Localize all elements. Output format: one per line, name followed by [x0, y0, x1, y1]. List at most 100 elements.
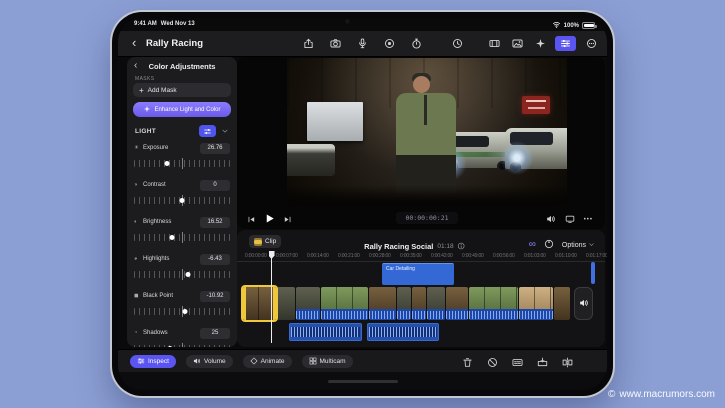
title-clip[interactable]: Car Detailing — [382, 263, 454, 285]
audio-waveform — [296, 309, 320, 320]
timeline-clip[interactable] — [412, 287, 426, 320]
inspector-icon[interactable] — [555, 36, 576, 51]
timeline-header: Clip Rally Racing Social 01:18 ∞ Options — [237, 232, 605, 251]
inspector-icon — [137, 357, 145, 367]
home-indicator[interactable] — [327, 380, 398, 383]
timeline-clip[interactable] — [397, 287, 411, 320]
more-options-icon[interactable]: ••• — [584, 217, 593, 223]
connected-audio-clip[interactable] — [289, 323, 362, 341]
slider-ruler[interactable] — [134, 269, 230, 280]
bottom-buttons: Inspect Volume Animate Multicam — [130, 355, 353, 368]
timeline-scrollbar[interactable] — [591, 262, 595, 284]
play-button[interactable] — [264, 211, 275, 229]
slider-ruler[interactable] — [134, 158, 230, 169]
toolbar-center-icons — [301, 36, 425, 51]
timeline-clip[interactable] — [296, 287, 320, 320]
slider-handle[interactable] — [179, 198, 185, 203]
light-enabled-toggle[interactable] — [199, 125, 216, 137]
audio-only-clip[interactable] — [574, 287, 593, 320]
timeline-clip[interactable] — [554, 287, 570, 320]
slider-ruler[interactable] — [134, 232, 230, 243]
slider-label: Brightness — [143, 219, 172, 225]
timeline-clip[interactable] — [277, 287, 295, 320]
loop-icon[interactable]: ∞ — [529, 240, 536, 250]
timer-icon[interactable] — [409, 36, 425, 51]
slider-handle[interactable] — [182, 309, 188, 314]
overwrite-icon[interactable] — [537, 355, 548, 373]
volume-button[interactable]: Volume — [185, 355, 233, 368]
slider-value[interactable]: 16.52 — [200, 216, 230, 228]
slider-ruler[interactable] — [134, 343, 230, 347]
audio-meter-icon[interactable] — [546, 211, 556, 229]
captions-icon[interactable] — [512, 355, 523, 373]
headlight-glow — [499, 140, 534, 175]
slider-ruler[interactable] — [134, 195, 230, 206]
background: 9:41 AM Wed Nov 13 100% ‹ Rally Racing ‹ — [0, 0, 725, 408]
timeline-clip[interactable] — [469, 287, 518, 320]
clip-browser-button[interactable]: Clip — [249, 235, 282, 248]
slider-handle[interactable] — [185, 272, 191, 277]
ipad-device: 9:41 AM Wed Nov 13 100% ‹ Rally Racing ‹ — [112, 12, 613, 396]
slider-handle[interactable] — [169, 235, 175, 240]
transport-bar: 00:00:00:21 ••• — [237, 207, 605, 229]
ruler-tick: 0:01:03:00 — [524, 253, 546, 259]
chevron-down-icon[interactable] — [221, 122, 229, 140]
trash-icon[interactable] — [462, 355, 473, 373]
video-preview[interactable] — [287, 58, 567, 206]
multicam-button[interactable]: Multicam — [301, 355, 353, 368]
slider-handle[interactable] — [164, 161, 170, 166]
connected-audio-clip[interactable] — [367, 323, 439, 341]
camera-icon[interactable] — [328, 36, 344, 51]
slider-value[interactable]: 26.76 — [200, 142, 230, 154]
video-man-body — [396, 92, 457, 193]
enhance-light-color-button[interactable]: Enhance Light and Color — [133, 102, 231, 117]
color-adjustments-panel: ‹ Color Adjustments MASKS + Add Mask Enh… — [127, 57, 237, 347]
button-label: Multicam — [319, 358, 346, 365]
timeline-project-title: Rally Racing Social — [364, 241, 434, 251]
record-icon[interactable] — [382, 36, 398, 51]
skip-forward-icon[interactable] — [283, 211, 292, 229]
add-mask-button[interactable]: + Add Mask — [133, 83, 231, 97]
slider-icon: ◐ — [134, 219, 138, 225]
playhead[interactable] — [271, 252, 272, 343]
display-icon[interactable] — [565, 211, 575, 229]
animate-button[interactable]: Animate — [242, 355, 292, 368]
timeline-ruler[interactable]: 0:00:00:00 0:00:07:00 0:00:14:00 0:00:21:00… — [237, 252, 607, 262]
slider-handle[interactable] — [167, 346, 173, 347]
timeline-clip[interactable] — [321, 287, 368, 320]
timeline-clip[interactable] — [427, 287, 445, 320]
slider-value[interactable]: -10.92 — [200, 290, 230, 302]
toolbar-right-icons — [449, 36, 599, 51]
video-man-head — [413, 75, 430, 93]
inspect-button[interactable]: Inspect — [130, 355, 176, 368]
photos-icon[interactable] — [509, 36, 525, 51]
settings-icon[interactable] — [583, 36, 599, 51]
audio-waveform — [446, 309, 468, 320]
slider-ruler[interactable] — [134, 306, 230, 317]
slider-value[interactable]: 0 — [200, 179, 230, 191]
disable-icon[interactable] — [487, 355, 498, 373]
back-chevron-icon[interactable]: ‹ — [132, 35, 136, 51]
options-button[interactable]: Options — [562, 241, 595, 250]
audio-waveform — [412, 309, 426, 320]
timeline-clip[interactable] — [369, 287, 396, 320]
share-icon[interactable] — [301, 36, 317, 51]
slider-value[interactable]: -6.43 — [200, 253, 230, 265]
audio-waveform — [369, 327, 437, 337]
filmstrip-icon[interactable] — [486, 36, 502, 51]
skip-back-icon[interactable] — [247, 211, 256, 229]
timeline-duration: 01:18 — [437, 242, 454, 250]
mic-icon[interactable] — [355, 36, 371, 51]
audio-waveform — [291, 327, 360, 337]
battery-percent: 100% — [563, 22, 579, 29]
chevron-down-icon — [588, 241, 595, 250]
timeline-clip[interactable] — [446, 287, 468, 320]
speaker-icon — [579, 295, 589, 313]
effects-icon[interactable] — [532, 36, 548, 51]
ruler-tick: 0:01:17:00 — [586, 253, 607, 259]
split-icon[interactable] — [562, 355, 573, 373]
slider-value[interactable]: 25 — [200, 327, 230, 339]
timecode-display[interactable]: 00:00:00:21 — [396, 212, 458, 224]
history-icon[interactable] — [449, 36, 465, 51]
timeline-clip[interactable] — [519, 287, 553, 320]
